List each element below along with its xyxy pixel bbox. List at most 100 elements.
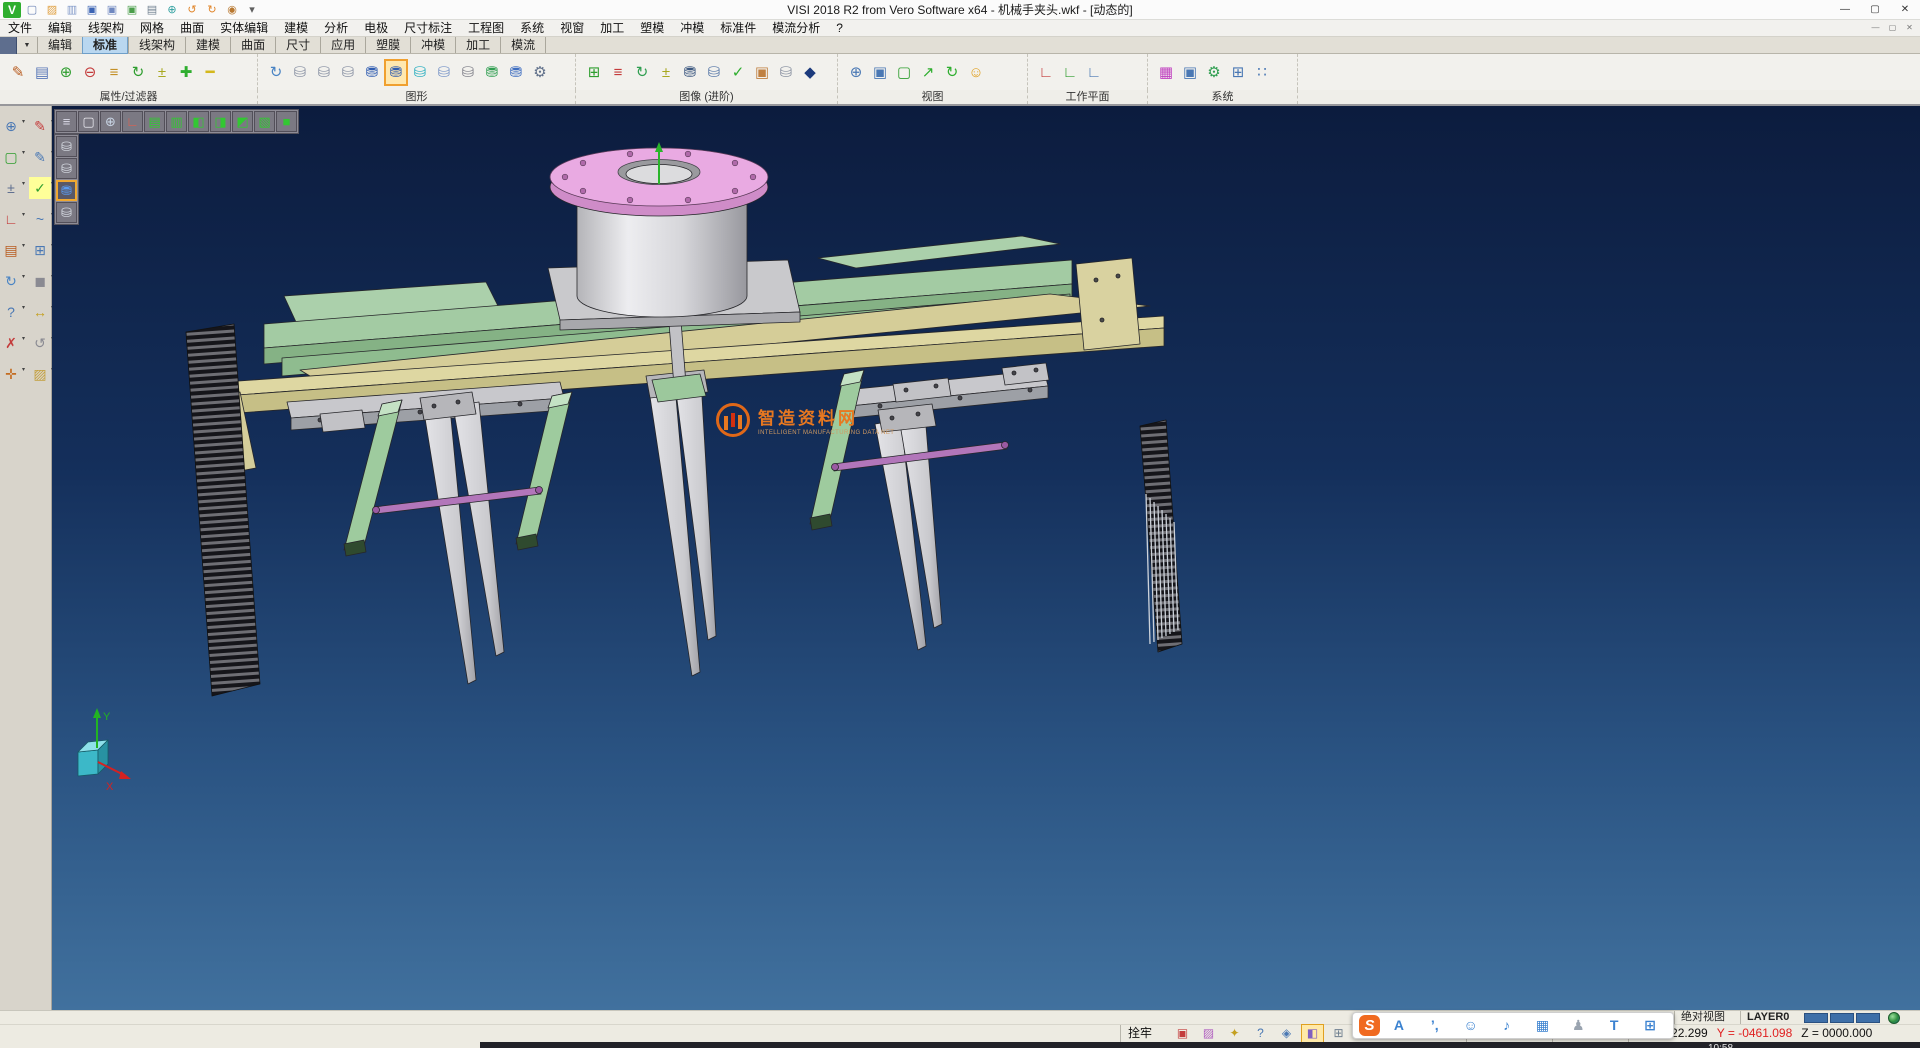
layer-group-icon[interactable]: ⛃ — [480, 59, 504, 86]
view-top-icon[interactable]: ▤ — [144, 111, 165, 132]
layer-slot-3-icon[interactable]: ⛁ — [56, 202, 77, 223]
image-capture-icon[interactable]: ▣ — [1178, 59, 1202, 86]
view-menu-icon[interactable]: ≡ — [56, 111, 77, 132]
workplane-entity-icon[interactable]: ∟ — [1058, 59, 1082, 86]
redo-icon[interactable]: ↻ — [203, 2, 221, 18]
license-key-icon[interactable]: ✦ — [1224, 1025, 1245, 1042]
validate-icon[interactable]: ✓ — [29, 177, 51, 199]
navigate-compass-icon[interactable]: ✛ — [0, 363, 22, 385]
menu-item[interactable]: 编辑 — [40, 20, 80, 36]
shading-smiley-icon[interactable]: ☺ — [964, 59, 988, 86]
tab-dimension[interactable]: 尺寸 — [275, 37, 320, 53]
input-mode[interactable]: A — [1382, 1013, 1416, 1038]
tab-flow[interactable]: 模流 — [500, 37, 546, 53]
tab-mould[interactable]: 塑膜 — [365, 37, 410, 53]
new-file-icon[interactable]: ▢ — [23, 2, 41, 18]
tab-modeling[interactable]: 建模 — [185, 37, 230, 53]
curve-sketch-icon[interactable]: ~ — [29, 208, 51, 230]
cylinder-wire-icon[interactable]: ⛁ — [774, 59, 798, 86]
menu-item[interactable]: 文件 — [0, 20, 40, 36]
more-options-icon[interactable]: ∷ — [1250, 59, 1274, 86]
grid-toggle-icon[interactable]: ⊞ — [1328, 1025, 1349, 1042]
mdi-close-button[interactable]: ✕ — [1901, 21, 1918, 35]
save-icon[interactable]: ▣ — [83, 2, 101, 18]
menu-item[interactable]: 工程图 — [460, 20, 512, 36]
insert-file-icon[interactable]: ▥ — [63, 2, 81, 18]
grid-window-icon[interactable]: ⊞ — [29, 239, 51, 261]
erase-sketch-icon[interactable]: ✎ — [29, 115, 51, 137]
zoom-window-icon[interactable]: ▣ — [868, 59, 892, 86]
sogou-logo[interactable]: S — [1359, 1015, 1380, 1036]
layer-light-icon[interactable]: ⛁ — [432, 59, 456, 86]
mdi-restore-button[interactable]: ▢ — [1884, 21, 1901, 35]
solid-cube-icon[interactable]: ◆ — [798, 59, 822, 86]
view-left-icon[interactable]: ◩ — [232, 111, 253, 132]
model-left-rack[interactable] — [186, 324, 260, 696]
menu-item[interactable]: 系统 — [512, 20, 552, 36]
macro-icon[interactable]: ◉ — [223, 2, 241, 18]
layer-manager-icon[interactable]: ⚙ — [528, 59, 552, 86]
viewport-3d[interactable]: Y X ≡▢⊕∟▤▥◧◨◩▧■ ⛁⛁⛃⛁ 智造资料网 INTELLIGENT M… — [52, 106, 1920, 1010]
show-entities-icon[interactable]: ⊕ — [54, 59, 78, 86]
tab-machining[interactable]: 加工 — [455, 37, 500, 53]
menu-item[interactable]: 塑模 — [632, 20, 672, 36]
save-all-icon[interactable]: ▣ — [123, 2, 141, 18]
model-right-rack[interactable] — [1140, 420, 1182, 652]
hide-all-icon[interactable]: ━ — [198, 59, 222, 86]
adv-toggle-icon[interactable]: ± — [654, 59, 678, 86]
layer-empty-2-icon[interactable]: ⛁ — [312, 59, 336, 86]
zoom-extents-icon[interactable]: ▢ — [0, 146, 22, 168]
undo-icon[interactable]: ↺ — [183, 2, 201, 18]
view-front-icon[interactable]: ◧ — [188, 111, 209, 132]
layer-slot-2-icon[interactable]: ⛁ — [56, 158, 77, 179]
soft-keyboard-icon[interactable]: ▦ — [1526, 1013, 1560, 1038]
table-grid-icon[interactable]: ⊞ — [1226, 59, 1250, 86]
punctuation-mode[interactable]: ’, — [1418, 1013, 1452, 1038]
active-layer-status[interactable]: LAYER0 — [1740, 1011, 1796, 1025]
filter-traffic-icon[interactable]: ≡ — [102, 59, 126, 86]
attributes-palette-icon[interactable]: ▤ — [0, 239, 22, 261]
save-as-icon[interactable]: ▣ — [103, 2, 121, 18]
preview-icon[interactable]: ⊕ — [163, 2, 181, 18]
refresh-visibility-icon[interactable]: ↻ — [126, 59, 150, 86]
system-config-icon[interactable]: ⚙ — [1202, 59, 1226, 86]
hide-entities-icon[interactable]: ⊖ — [78, 59, 102, 86]
menu-item[interactable]: 加工 — [592, 20, 632, 36]
menu-item[interactable]: 视窗 — [552, 20, 592, 36]
tab-dropdown-icon[interactable]: ▼ — [17, 42, 37, 49]
layer-cyan-icon[interactable]: ⛁ — [408, 59, 432, 86]
toolbox-icon[interactable]: ⊞ — [1633, 1013, 1667, 1038]
tab-wireframe[interactable]: 线架构 — [128, 37, 185, 53]
zoom-dynamic-icon[interactable]: ⊕ — [100, 111, 121, 132]
skin-person-icon[interactable]: ♟ — [1561, 1013, 1595, 1038]
emoji-picker-icon[interactable]: ☺ — [1454, 1013, 1488, 1038]
package-icon[interactable]: ◈ — [1276, 1025, 1297, 1042]
zoom-fit-icon[interactable]: ▢ — [78, 111, 99, 132]
menu-item[interactable]: ? — [828, 20, 851, 36]
toggle-visibility-icon[interactable]: ± — [150, 59, 174, 86]
ucs-cube-icon[interactable]: ◧ — [1302, 1025, 1323, 1042]
workplane-3points-icon[interactable]: ∟ — [1082, 59, 1106, 86]
menu-item[interactable]: 线架构 — [80, 20, 132, 36]
print-icon[interactable]: ▤ — [143, 2, 161, 18]
tab-progress[interactable]: 冲模 — [410, 37, 455, 53]
adv-refresh-icon[interactable]: ↻ — [630, 59, 654, 86]
zoom-preview-icon[interactable]: ⊕ — [0, 115, 22, 137]
mdi-minimize-button[interactable]: — — [1867, 21, 1884, 35]
menu-item[interactable]: 模流分析 — [764, 20, 828, 36]
menu-item[interactable]: 实体编辑 — [212, 20, 276, 36]
layer-wireframe-icon[interactable]: ⛁ — [456, 59, 480, 86]
measure-distance-icon[interactable]: ↔ — [29, 301, 51, 323]
workplane-triad-icon[interactable]: ∟ — [0, 208, 22, 230]
cylinder-striped-icon[interactable]: ⛁ — [702, 59, 726, 86]
model-gripper-prongs[interactable] — [320, 363, 1049, 684]
restore-button[interactable]: ▢ — [1860, 0, 1890, 19]
view-bottom-icon[interactable]: ▥ — [166, 111, 187, 132]
axes-icon[interactable]: ∟ — [122, 111, 143, 132]
zoom-extents-icon[interactable]: ▢ — [892, 59, 916, 86]
menu-item[interactable]: 曲面 — [172, 20, 212, 36]
modify-attributes-icon[interactable]: ✎ — [6, 59, 30, 86]
delete-entities-icon[interactable]: ✗ — [0, 332, 22, 354]
layer-slot-1-icon[interactable]: ⛁ — [56, 136, 77, 157]
regenerate-icon[interactable]: ↻ — [0, 270, 22, 292]
